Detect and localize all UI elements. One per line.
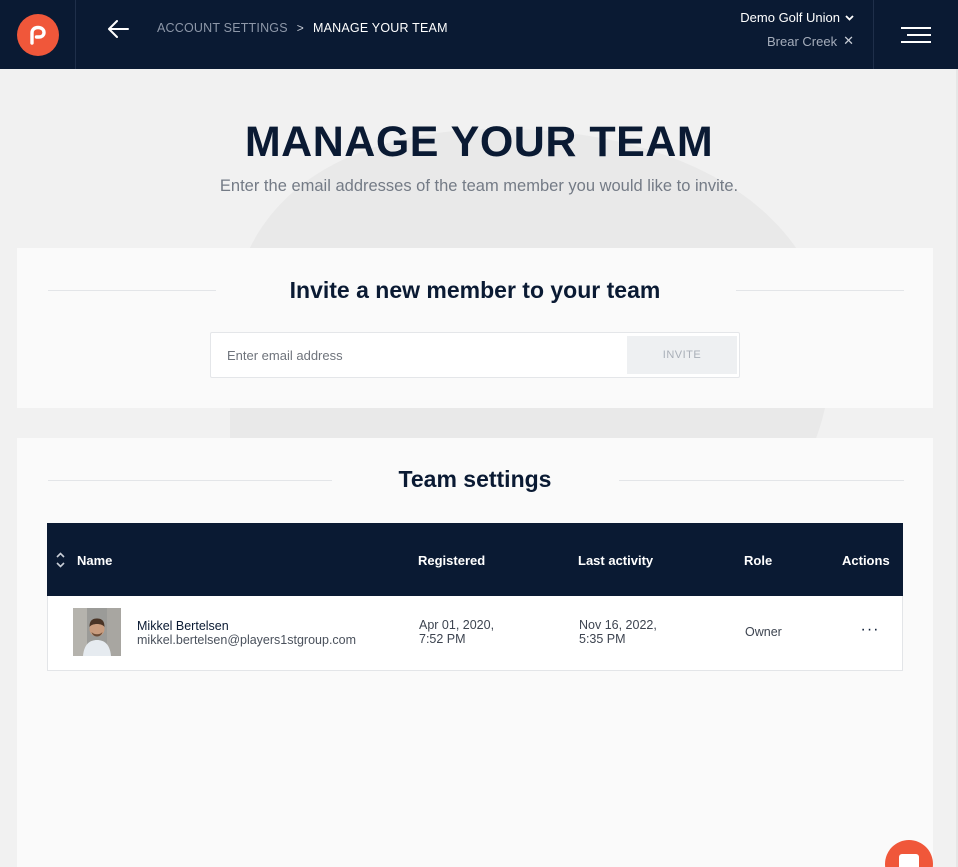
member-name: Mikkel Bertelsen xyxy=(137,619,229,633)
team-table: Name Registered Last activity Role Actio… xyxy=(47,523,903,671)
registered-date: Apr 01, 2020, xyxy=(419,618,495,632)
club-name: Brear Creek xyxy=(767,33,838,49)
breadcrumb-manage-team: MANAGE YOUR TEAM xyxy=(312,21,448,35)
top-navigation-bar: ACCOUNT SETTINGS > MANAGE YOUR TEAM Demo… xyxy=(0,0,958,69)
member-email: mikkel.bertelsen@players1stgroup.com xyxy=(137,633,357,647)
column-registered: Registered xyxy=(418,553,486,568)
page-title: MANAGE YOUR TEAM xyxy=(244,118,714,166)
table-header: Name Registered Last activity Role Actio… xyxy=(47,523,903,596)
breadcrumb-account-settings[interactable]: ACCOUNT SETTINGS xyxy=(157,21,288,35)
invite-heading: Invite a new member to your team xyxy=(289,277,661,303)
invite-button[interactable]: INVITE xyxy=(627,336,737,374)
team-settings-card: Team settings Name Registered Last activ… xyxy=(17,438,933,867)
email-input[interactable] xyxy=(211,333,625,377)
registered-time: 7:52 PM xyxy=(419,632,466,646)
chevron-down-icon xyxy=(845,14,854,21)
last-activity-date: Nov 16, 2022, xyxy=(579,618,657,632)
chat-icon xyxy=(899,854,919,867)
sort-icon[interactable] xyxy=(56,552,65,568)
organization-name: Demo Golf Union xyxy=(740,10,840,25)
menu-button[interactable] xyxy=(873,0,958,69)
logo-area xyxy=(0,0,76,69)
member-role: Owner xyxy=(745,625,782,639)
invite-card: Invite a new member to your team INVITE xyxy=(17,248,933,408)
arrow-left-icon xyxy=(108,20,129,38)
club-selector: Brear Creek ✕ xyxy=(740,33,854,49)
column-actions: Actions xyxy=(842,553,890,568)
team-heading: Team settings xyxy=(398,466,552,492)
chevron-right-icon: > xyxy=(296,21,304,35)
hamburger-menu-icon xyxy=(901,26,931,43)
organization-dropdown[interactable]: Demo Golf Union xyxy=(740,10,854,25)
column-name[interactable]: Name xyxy=(77,553,112,568)
back-button[interactable] xyxy=(100,16,136,42)
avatar xyxy=(73,608,121,656)
column-last-activity: Last activity xyxy=(578,553,654,568)
more-actions-icon[interactable]: ··· xyxy=(857,620,883,640)
invite-form: INVITE xyxy=(210,332,740,378)
brand-logo-icon[interactable] xyxy=(16,13,59,56)
column-role: Role xyxy=(744,553,773,568)
organization-switcher: Demo Golf Union Brear Creek ✕ xyxy=(740,10,854,49)
close-icon[interactable]: ✕ xyxy=(843,33,854,49)
page-subtitle: Enter the email addresses of the team me… xyxy=(219,177,739,195)
table-row: Mikkel Bertelsen mikkel.bertelsen@player… xyxy=(47,596,903,671)
breadcrumb: ACCOUNT SETTINGS > MANAGE YOUR TEAM xyxy=(157,21,448,35)
last-activity-time: 5:35 PM xyxy=(579,632,626,646)
